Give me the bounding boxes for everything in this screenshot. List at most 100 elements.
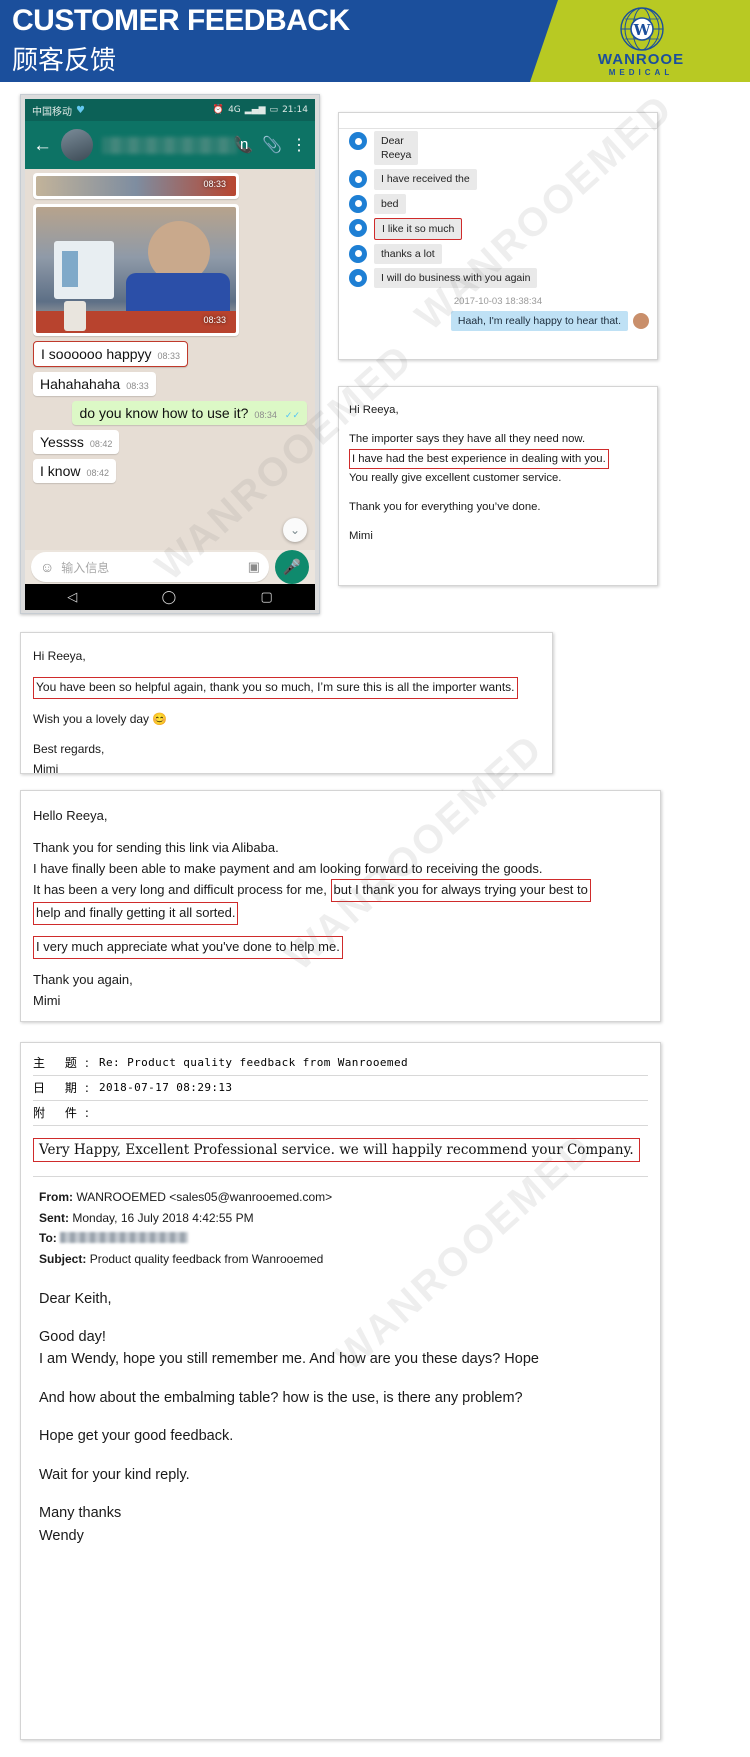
phone-status-bar: 中国移动 ♥ ⏰ 4G ▂▄▆ ▭ 21:14 xyxy=(25,99,315,121)
alarm-icon: ⏰ xyxy=(212,105,225,115)
email-subject-label: 主 题: xyxy=(33,1056,97,1070)
email-subject-label2: Subject: xyxy=(39,1251,87,1266)
message-input[interactable]: ☺ 输入信息 ▣ xyxy=(31,552,269,582)
email-header-row: 附 件: xyxy=(33,1101,648,1126)
message-row: Yessss 08:42 xyxy=(33,430,307,459)
email-feedback-panel: 主 题: Re: Product quality feedback from W… xyxy=(20,1042,661,1740)
back-triangle-icon[interactable]: ◁ xyxy=(67,589,77,605)
letter-line: I have finally been able to make payment… xyxy=(33,860,543,876)
alibaba-chat-panel: Dear Reeya I have received the bed I lik… xyxy=(338,112,658,360)
letter-line: It has been a very long and difficult pr… xyxy=(33,882,327,898)
email-line: And how about the embalming table? how i… xyxy=(39,1389,523,1406)
email-from-label: From: xyxy=(39,1190,73,1204)
camera-icon[interactable]: ▣ xyxy=(248,559,260,575)
chat-bubble[interactable]: I have received the xyxy=(374,169,477,190)
chat-bubble[interactable]: Dear Reeya xyxy=(374,131,419,166)
email-from-value: WANROOEMED <sales05@wanrooemed.com> xyxy=(76,1190,333,1204)
media-message-photo[interactable]: 08:33 xyxy=(33,204,239,336)
page-header-banner: CUSTOMER FEEDBACK 顾客反馈 W WANROOE MEDICAL xyxy=(0,0,750,82)
network-label: 4G xyxy=(228,105,241,115)
message-time: 08:42 xyxy=(86,468,109,478)
email-sent-row: Sent: Monday, 16 July 2018 4:42:55 PM xyxy=(39,1208,642,1229)
microphone-icon[interactable]: 🎤 xyxy=(275,550,309,584)
battery-icon: ▭ xyxy=(269,105,279,115)
email-subject-value2: Product quality feedback from Wanrooemed xyxy=(89,1251,324,1266)
email-attachment-label: 附 件: xyxy=(33,1106,97,1120)
chat-message-row: I have received the xyxy=(339,167,657,191)
chat-message-row: Dear Reeya xyxy=(339,129,657,167)
message-row: I soooooo happyy 08:33 xyxy=(33,341,307,372)
whatsapp-message-list[interactable]: 08:33 08:33 I soooooo happyy 08:33 Hahah… xyxy=(25,169,315,550)
email-subject-value: Re: Product quality feedback from Wanroo… xyxy=(99,1056,408,1069)
email-line: Hope get your good feedback. xyxy=(39,1428,234,1445)
letter-greeting: Hi Reeya, xyxy=(33,649,86,663)
email-to-row: To: xyxy=(39,1228,642,1249)
chat-bubble[interactable]: bed xyxy=(374,193,406,214)
chat-bubble-highlighted[interactable]: I like it so much xyxy=(374,217,463,240)
message-text: I know xyxy=(40,463,81,479)
chat-bubble-incoming[interactable]: I know 08:42 xyxy=(33,459,116,483)
panel-top-divider xyxy=(339,113,657,129)
feedback-letter-3: Hello Reeya, Thank you for sending this … xyxy=(20,790,661,1022)
message-row: Hahahahaha 08:33 xyxy=(33,372,307,401)
letter-line: You really give excellent customer servi… xyxy=(349,471,562,484)
buyer-avatar-icon xyxy=(349,194,367,213)
email-header-row: 日 期: 2018-07-17 08:29:13 xyxy=(33,1076,648,1101)
chat-bubble-incoming[interactable]: Hahahahaha 08:33 xyxy=(33,372,156,396)
android-nav-bar: ◁ ◯ ▢ xyxy=(25,584,315,610)
letter-body: Hi Reeya, The importer says they have al… xyxy=(349,401,647,546)
feedback-letter-1: Hi Reeya, The importer says they have al… xyxy=(338,386,658,586)
letter-line: Wish you a lovely day 😊 xyxy=(33,711,168,726)
email-sent-label: Sent: xyxy=(39,1210,69,1225)
company-logo: W WANROOE MEDICAL xyxy=(546,2,736,80)
more-vertical-icon[interactable]: ⋮ xyxy=(291,135,307,155)
chat-message-row: thanks a lot xyxy=(339,242,657,266)
buyer-avatar-icon xyxy=(349,218,367,237)
email-body: Dear Keith, Good day! I am Wendy, hope y… xyxy=(21,1270,660,1548)
chat-bubble[interactable]: thanks a lot xyxy=(374,243,442,265)
recents-square-icon[interactable]: ▢ xyxy=(261,589,273,605)
chat-bubble-outgoing[interactable]: do you know how to use it? 08:34 ✓✓ xyxy=(72,401,307,425)
highlighted-line: but I thank you for always trying your b… xyxy=(330,879,591,903)
home-circle-icon[interactable]: ◯ xyxy=(162,589,177,605)
logo-company-sub: MEDICAL xyxy=(608,68,674,78)
chat-bubble-incoming[interactable]: Yessss 08:42 xyxy=(33,430,120,454)
message-time: 08:34 xyxy=(254,410,277,420)
back-arrow-icon[interactable]: ← xyxy=(33,136,52,155)
smiley-icon[interactable]: ☺ xyxy=(40,559,54,575)
contact-name-redacted xyxy=(102,136,237,154)
email-to-label: To: xyxy=(39,1231,57,1246)
chat-bubble[interactable]: I will do business with you again xyxy=(374,268,538,289)
email-from-row: From: WANROOEMED <sales05@wanrooemed.com… xyxy=(39,1187,642,1208)
phone-screen: 中国移动 ♥ ⏰ 4G ▂▄▆ ▭ 21:14 ← n 📞 📎 ⋮ 08:33 xyxy=(25,99,315,610)
message-row: I know 08:42 xyxy=(33,459,307,488)
highlighted-line: help and finally getting it all sorted. xyxy=(33,902,239,925)
read-receipt-icon: ✓✓ xyxy=(284,410,300,420)
chat-bubble-outgoing[interactable]: Haah, I'm really happy to hear that. xyxy=(450,311,628,332)
letter-line: The importer says they have all they nee… xyxy=(349,433,586,446)
email-date-label: 日 期: xyxy=(33,1081,97,1095)
message-row: do you know how to use it? 08:34 ✓✓ xyxy=(33,401,307,430)
message-text: I soooooo happyy xyxy=(41,346,152,362)
email-sent-value: Monday, 16 July 2018 4:42:55 PM xyxy=(72,1210,254,1225)
email-subject-row: Subject: Product quality feedback from W… xyxy=(39,1249,642,1270)
paperclip-icon[interactable]: 📎 xyxy=(262,135,282,155)
chevron-double-down-icon[interactable]: ⌄ xyxy=(283,518,307,542)
whatsapp-chat-header: ← n 📞 📎 ⋮ xyxy=(25,121,315,169)
letter-body: Hi Reeya, You have been so helpful again… xyxy=(33,647,540,779)
signal-icon: ▂▄▆ xyxy=(244,105,266,115)
logo-company-name: WANROOE xyxy=(597,50,685,68)
media-timestamp: 08:33 xyxy=(203,179,226,189)
media-message-top[interactable]: 08:33 xyxy=(33,173,239,199)
letter-signoff: Thank you again, xyxy=(33,971,133,987)
contact-avatar[interactable] xyxy=(61,129,93,161)
email-header-fields: 主 题: Re: Product quality feedback from W… xyxy=(21,1043,660,1126)
contact-name[interactable]: n xyxy=(102,136,248,154)
email-header-row: 主 题: Re: Product quality feedback from W… xyxy=(33,1051,648,1076)
phone-clock: 21:14 xyxy=(282,105,308,115)
media-timestamp: 08:33 xyxy=(203,315,226,325)
feedback-letter-2: Hi Reeya, You have been so helpful again… xyxy=(20,632,553,776)
letter-signoff: Best regards, xyxy=(33,742,105,757)
highlighted-line: I have had the best experience in dealin… xyxy=(349,448,609,469)
chat-bubble-incoming[interactable]: I soooooo happyy 08:33 xyxy=(33,341,189,367)
